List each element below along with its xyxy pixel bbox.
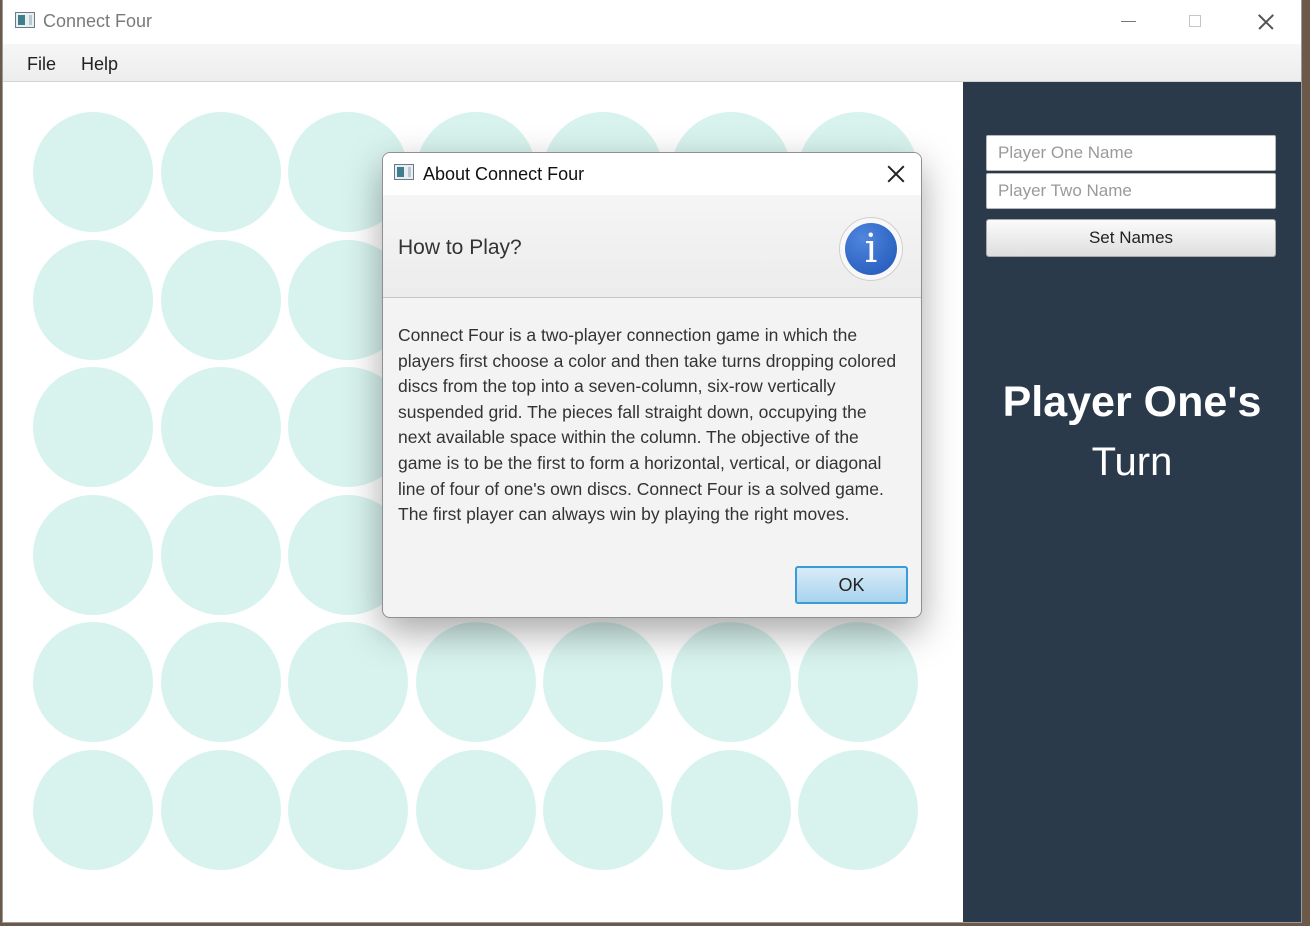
board-cell[interactable] xyxy=(33,239,153,360)
dialog-title-bar: About Connect Four xyxy=(383,153,921,195)
title-bar: Connect Four xyxy=(3,0,1301,44)
window-title: Connect Four xyxy=(43,11,153,31)
board-cell[interactable] xyxy=(670,749,791,870)
dialog-close-button[interactable] xyxy=(871,153,921,195)
board-cell[interactable] xyxy=(543,622,663,742)
menu-bar: File Help xyxy=(3,44,1301,82)
dialog-body-text: Connect Four is a two-player connection … xyxy=(398,325,897,525)
board-cell[interactable] xyxy=(33,494,153,615)
menu-file[interactable]: File xyxy=(27,54,56,75)
info-glyph: i xyxy=(845,223,897,275)
board-cell[interactable] xyxy=(160,622,281,742)
close-window-button[interactable] xyxy=(1229,0,1297,44)
board-cell[interactable] xyxy=(160,239,281,360)
side-panel: Set Names Player One's Turn xyxy=(963,82,1301,922)
board-cell[interactable] xyxy=(160,494,281,615)
board-cell[interactable] xyxy=(33,367,153,487)
player-one-name-input[interactable] xyxy=(986,135,1276,171)
board-cell[interactable] xyxy=(670,622,791,742)
board-cell[interactable] xyxy=(543,749,663,870)
board-cell[interactable] xyxy=(288,749,408,870)
board-cell[interactable] xyxy=(798,749,918,870)
information-icon: i xyxy=(839,217,903,281)
turn-label: Turn xyxy=(1091,440,1173,484)
dialog-header: How to Play? i xyxy=(383,195,921,298)
minimize-button[interactable] xyxy=(1093,0,1161,44)
board-cell[interactable] xyxy=(160,112,281,232)
maximize-button[interactable] xyxy=(1161,0,1229,44)
board-cell[interactable] xyxy=(415,622,536,742)
board-cell[interactable] xyxy=(415,749,536,870)
app-icon xyxy=(394,164,414,180)
board-cell[interactable] xyxy=(798,622,918,742)
board-cell[interactable] xyxy=(33,112,153,232)
ok-button[interactable]: OK xyxy=(795,566,908,604)
menu-help[interactable]: Help xyxy=(81,54,118,75)
set-names-button[interactable]: Set Names xyxy=(986,219,1276,257)
board-cell[interactable] xyxy=(288,622,408,742)
board-cell[interactable] xyxy=(33,749,153,870)
board-cell[interactable] xyxy=(33,622,153,742)
player-two-name-input[interactable] xyxy=(986,173,1276,209)
current-player-label: Player One's xyxy=(1002,378,1262,426)
board-cell[interactable] xyxy=(160,749,281,870)
dialog-title: About Connect Four xyxy=(423,164,585,184)
app-icon xyxy=(15,12,35,28)
about-dialog: About Connect Four How to Play? i Connec… xyxy=(382,152,922,618)
dialog-heading: How to Play? xyxy=(398,236,522,259)
board-cell[interactable] xyxy=(160,367,281,487)
